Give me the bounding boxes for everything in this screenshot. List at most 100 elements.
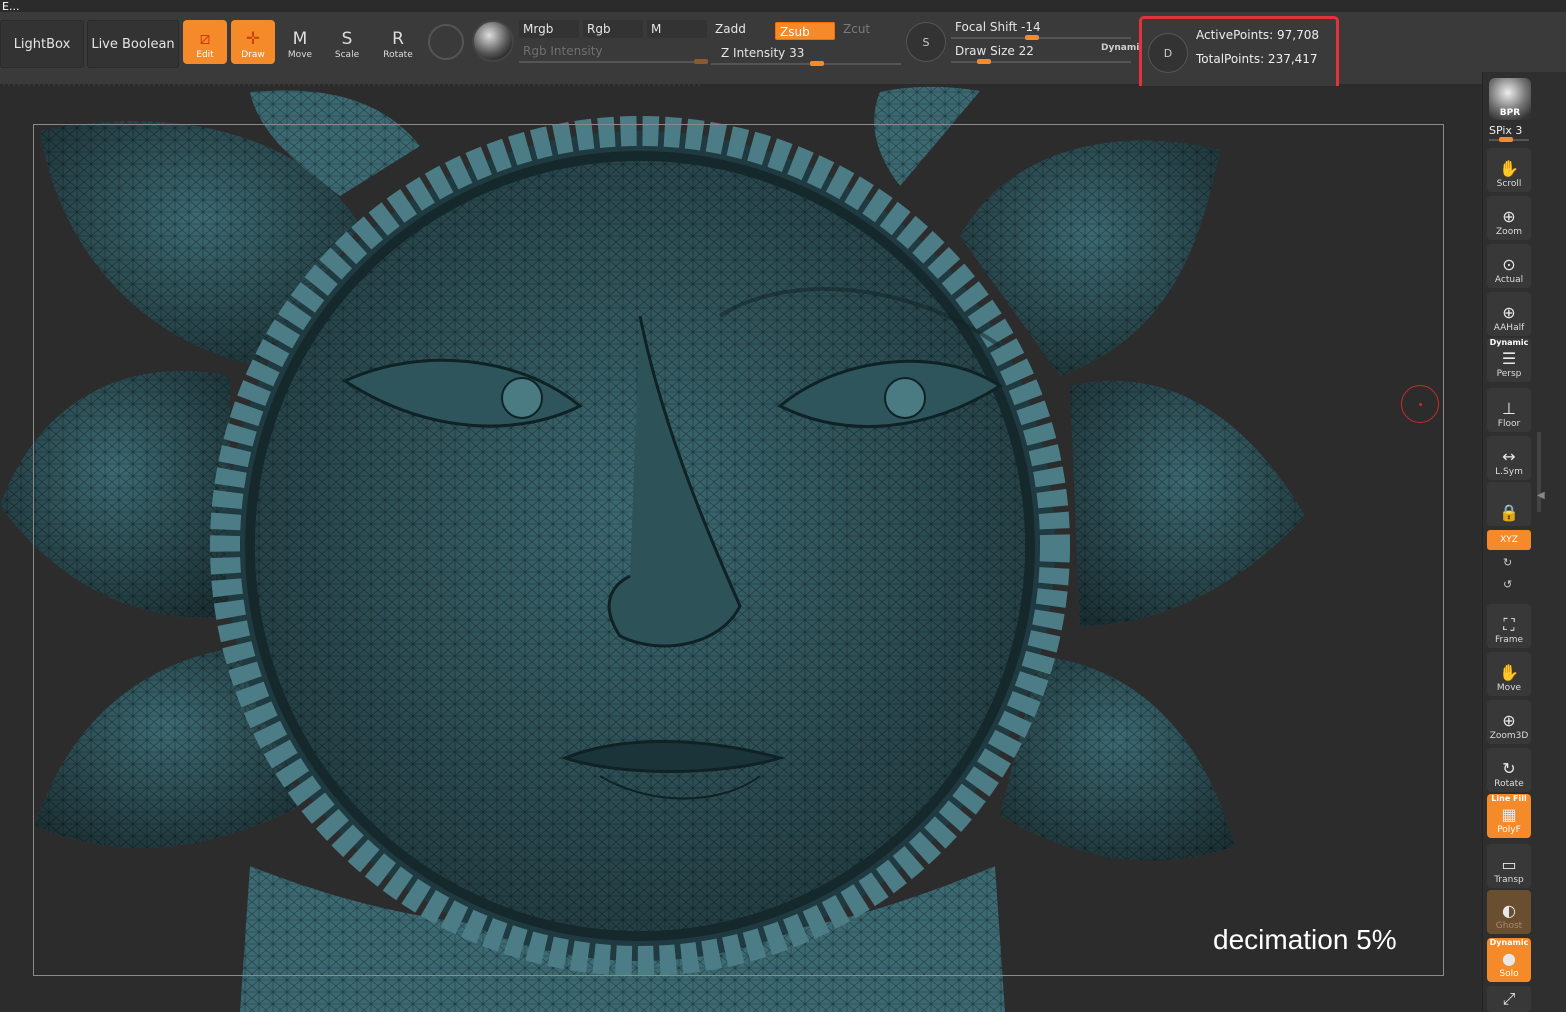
m-button[interactable]: M — [647, 20, 707, 38]
floor-button[interactable]: ⊥ Floor — [1487, 388, 1531, 432]
perspective-grid-icon: ☰ — [1501, 349, 1517, 368]
right-shelf: BPR SPix 3 ✋ Scroll ⊕ Zoom ⊙ Actual ⊕ AA… — [1482, 72, 1566, 1012]
active-points-readout: ActivePoints: 97,708 — [1196, 28, 1320, 42]
move-button[interactable]: M Move — [278, 20, 322, 64]
ghost-label: Ghost — [1495, 921, 1523, 931]
zoom-label: Zoom — [1496, 227, 1522, 237]
stroke-brush-icon[interactable]: S — [906, 22, 946, 62]
y-rotate-icon[interactable]: ↻ — [1503, 556, 1512, 569]
frame-label: Frame — [1494, 635, 1524, 645]
move-icon: M — [292, 29, 308, 49]
lsym-label: L.Sym — [1495, 467, 1523, 477]
scale-label: Scale — [334, 50, 360, 60]
lock-icon: 🔒 — [1499, 503, 1519, 522]
rotate-view-button[interactable]: ↻ Rotate — [1487, 748, 1531, 792]
z-rotate-icon[interactable]: ↺ — [1503, 578, 1512, 591]
xyz-rotate-button[interactable]: XYZ — [1487, 530, 1531, 550]
zoom-icon: ⊕ — [1502, 207, 1516, 226]
focal-shift-label: Focal Shift -14 — [955, 20, 1041, 34]
rgb-intensity-label: Rgb Intensity — [523, 44, 603, 58]
frame-button[interactable]: ⛶ Frame — [1487, 604, 1531, 648]
draw-icon: ✛ — [245, 29, 261, 49]
scroll-hand-icon: ✋ — [1499, 159, 1519, 178]
expand-button[interactable]: ⤢ — [1487, 986, 1531, 1012]
decimation-caption: decimation 5% — [1213, 924, 1397, 955]
points-info-panel: D ActivePoints: 97,708 TotalPoints: 237,… — [1139, 16, 1339, 94]
ghost-button[interactable]: ◐ Ghost — [1487, 890, 1531, 934]
transp-label: Transp — [1494, 875, 1524, 885]
polyframe-grid-icon: ▦ — [1501, 805, 1517, 824]
rotate-button[interactable]: R Rotate — [376, 20, 420, 64]
stroke-dynamic-icon[interactable]: D — [1148, 33, 1188, 73]
solo-label: Solo — [1499, 969, 1519, 979]
lightbox-button[interactable]: LightBox — [0, 20, 84, 68]
floor-label: Floor — [1497, 419, 1521, 429]
lsym-button[interactable]: ↔ L.Sym — [1487, 436, 1531, 480]
polyf-button[interactable]: Line Fill ▦ PolyF — [1487, 794, 1531, 838]
edit-label: Edit — [196, 50, 214, 60]
zoom-button[interactable]: ⊕ Zoom — [1487, 196, 1531, 240]
edit-icon: ⧄ — [199, 29, 211, 49]
mrgb-button[interactable]: Mrgb — [519, 20, 579, 38]
transp-button[interactable]: ▭ Transp — [1487, 844, 1531, 888]
draw-button[interactable]: ✛ Draw — [231, 20, 275, 64]
bpr-label: BPR — [1499, 108, 1521, 118]
rotate-view-icon: ↻ — [1502, 759, 1516, 778]
focal-shift-slider[interactable] — [951, 37, 1131, 39]
scale-button[interactable]: S Scale — [325, 20, 369, 64]
lock-button[interactable]: 🔒 — [1487, 482, 1531, 526]
live-boolean-button[interactable]: Live Boolean — [87, 20, 179, 68]
zoom3d-icon: ⊕ — [1502, 711, 1516, 730]
zbrush-window: E... LightBox Live Boolean ⧄ Edit ✛ Draw… — [0, 0, 1566, 1012]
total-points-readout: TotalPoints: 237,417 — [1196, 52, 1318, 66]
expand-icon: ⤢ — [1502, 989, 1516, 1008]
ghost-icon: ◐ — [1502, 901, 1516, 920]
edit-button[interactable]: ⧄ Edit — [183, 20, 227, 64]
focal-shift-knob[interactable] — [1025, 35, 1039, 40]
z-intensity-slider[interactable] — [711, 63, 901, 65]
aahalf-button[interactable]: ⊕ AAHalf — [1487, 292, 1531, 336]
floor-icon: ⊥ — [1502, 399, 1516, 418]
stroke-s-label: S — [922, 35, 930, 49]
rgb-intensity-knob[interactable] — [694, 59, 708, 64]
move-label: Move — [287, 50, 313, 60]
draw-size-label: Draw Size 22 — [955, 44, 1034, 58]
frame-icon: ⛶ — [1503, 615, 1515, 634]
document-frame — [33, 124, 1444, 976]
shelf-arrow-icon[interactable]: ◀ — [1537, 490, 1545, 501]
rotate-label: Rotate — [383, 50, 413, 60]
z-intensity-knob[interactable] — [810, 61, 824, 66]
rgb-intensity-slider[interactable] — [519, 61, 707, 63]
solo-dynamic-label: Dynamic — [1489, 938, 1529, 947]
rotate-icon: R — [392, 29, 404, 49]
actual-button[interactable]: ⊙ Actual — [1487, 244, 1531, 288]
persp-dynamic-label: Dynamic — [1489, 338, 1529, 347]
stroke-d-label: D — [1163, 46, 1173, 60]
solo-button[interactable]: Dynamic ● Solo — [1487, 938, 1531, 982]
persp-label: Persp — [1496, 369, 1522, 379]
rgb-button[interactable]: Rgb — [583, 20, 643, 38]
z-intensity-label: Z Intensity 33 — [721, 46, 805, 60]
spix-knob[interactable] — [1499, 137, 1513, 142]
brush-cursor — [1401, 385, 1439, 423]
line-fill-label: Line Fill — [1491, 794, 1527, 803]
material-sphere-icon[interactable] — [472, 20, 514, 62]
bpr-button[interactable]: BPR — [1489, 78, 1531, 120]
polyframe-toggle-icon[interactable] — [428, 24, 464, 60]
transparency-icon: ▭ — [1501, 855, 1517, 874]
persp-button[interactable]: Dynamic ☰ Persp — [1487, 338, 1531, 382]
scale-icon: S — [341, 29, 353, 49]
move-view-button[interactable]: ✋ Move — [1487, 652, 1531, 696]
draw-size-knob[interactable] — [977, 59, 991, 64]
zoom3d-button[interactable]: ⊕ Zoom3D — [1487, 700, 1531, 744]
zadd-button[interactable]: Zadd — [711, 20, 771, 38]
zsub-button[interactable]: Zsub — [775, 22, 835, 40]
spix-label: SPix 3 — [1489, 124, 1523, 137]
zcut-button[interactable]: Zcut — [839, 20, 899, 38]
canvas-viewport[interactable]: decimation 5% — [0, 86, 1482, 1012]
aahalf-icon: ⊕ — [1502, 303, 1516, 322]
actual-label: Actual — [1494, 275, 1524, 285]
draw-label: Draw — [241, 50, 265, 60]
move-hand-icon: ✋ — [1499, 663, 1519, 682]
scroll-button[interactable]: ✋ Scroll — [1487, 148, 1531, 192]
